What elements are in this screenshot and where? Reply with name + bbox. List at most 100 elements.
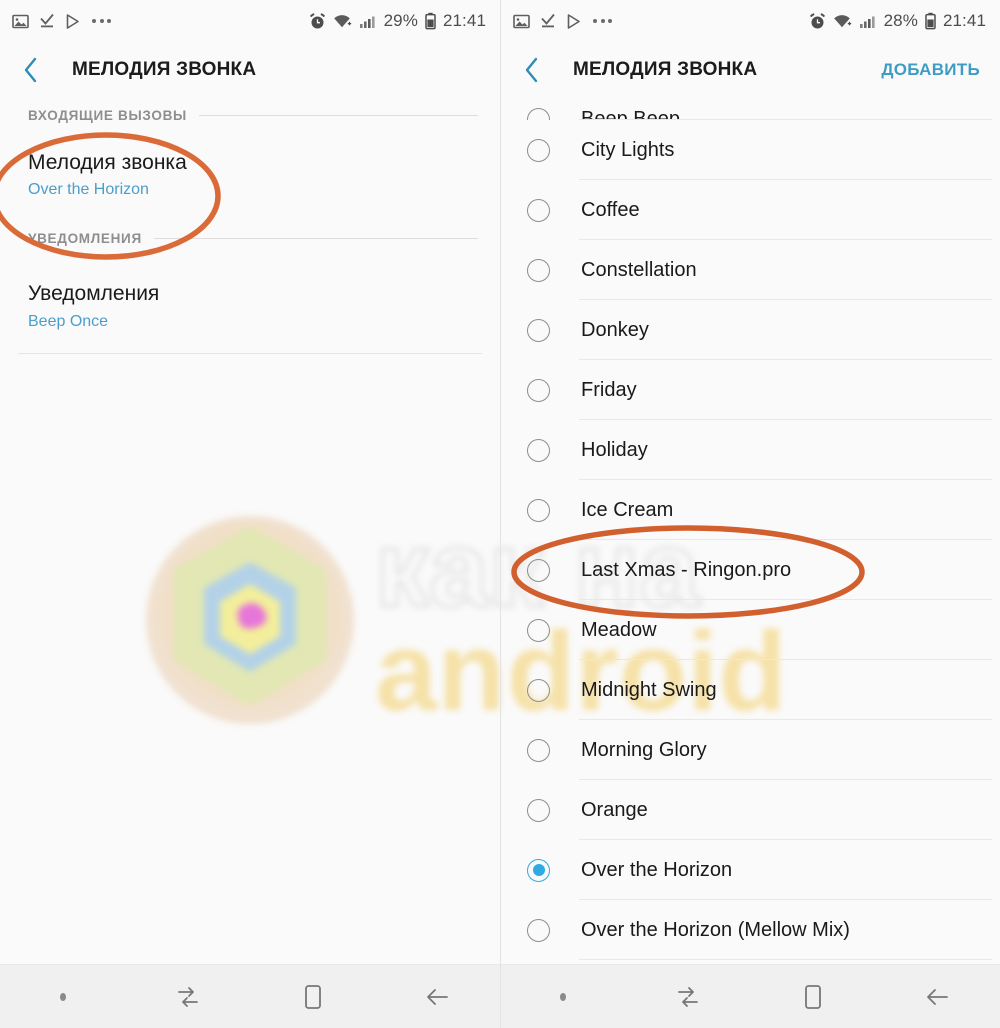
radio-button[interactable] [527, 108, 550, 120]
ringtone-label: Constellation [581, 258, 697, 281]
dual-screenshot: 29% 21:41 МЕЛОДИЯ ЗВОНКА как ВХОДЯЩИЕ ВЫ… [0, 0, 1000, 1028]
list-item[interactable]: Meadow [501, 600, 1000, 660]
play-store-icon [567, 13, 580, 29]
dot-icon [560, 992, 567, 1001]
list-item[interactable]: Morning Glory [501, 720, 1000, 780]
setting-subtitle: Beep Once [28, 312, 109, 330]
setting-notification[interactable]: Уведомления Beep Once [0, 255, 500, 352]
list-item[interactable]: Last Xmas - Ringon.pro [501, 540, 1000, 600]
list-item[interactable]: Beep Beep [501, 98, 1000, 120]
ringtone-label: Holiday [581, 438, 648, 461]
status-notification-icons [513, 13, 612, 30]
left-nav-bar [0, 964, 500, 1028]
radio-button[interactable] [527, 438, 550, 462]
recents-icon [304, 984, 321, 1009]
signal-bars-icon [359, 16, 375, 28]
alarm-icon [309, 12, 325, 28]
status-notification-icons [12, 13, 111, 30]
battery-icon [925, 12, 936, 30]
list-item-selected[interactable]: Over the Horizon [501, 840, 1000, 900]
list-item[interactable]: Midnight Swing [501, 660, 1000, 720]
list-item[interactable]: City Lights [501, 120, 1000, 180]
more-dots-icon [593, 19, 612, 23]
status-system-icons: 28% 21:41 [809, 11, 986, 31]
right-status-bar: 28% 21:41 [501, 0, 1000, 42]
alarm-icon [809, 12, 825, 28]
list-item[interactable]: Orange [501, 780, 1000, 840]
radio-button[interactable] [527, 258, 550, 282]
play-store-icon [66, 13, 79, 29]
nav-swap-button[interactable] [125, 965, 250, 1028]
dot-icon [59, 992, 66, 1001]
nav-dot-button[interactable] [0, 965, 125, 1028]
back-button[interactable] [523, 52, 553, 88]
ringtone-label: Meadow [581, 618, 657, 641]
right-content: как на android Beep Beep City Lights Cof… [501, 98, 1000, 964]
recents-icon [804, 984, 821, 1009]
back-button[interactable] [22, 52, 52, 88]
list-item[interactable]: Coffee [501, 180, 1000, 240]
radio-button[interactable] [527, 738, 550, 762]
status-clock: 21:41 [442, 11, 486, 30]
setting-ringtone[interactable]: Мелодия звонка Over the Horizon [0, 132, 500, 221]
radio-button[interactable] [527, 498, 550, 522]
list-item[interactable]: Over the Horizon (Mellow Mix) [501, 900, 1000, 960]
status-system-icons: 29% 21:41 [309, 11, 486, 31]
list-divider [18, 352, 482, 354]
radio-button-selected[interactable] [527, 858, 550, 882]
radio-button[interactable] [527, 618, 550, 642]
left-app-bar: МЕЛОДИЯ ЗВОНКА [0, 42, 500, 98]
left-status-bar: 29% 21:41 [0, 0, 500, 42]
setting-title: Уведомления [28, 282, 160, 306]
radio-button[interactable] [527, 558, 550, 582]
battery-icon [425, 12, 436, 30]
ringtone-label: Last Xmas - Ringon.pro [581, 558, 792, 581]
chevron-left-icon [525, 57, 538, 83]
nav-recents-button[interactable] [250, 965, 375, 1028]
left-phone-screen: 29% 21:41 МЕЛОДИЯ ЗВОНКА как ВХОДЯЩИЕ ВЫ… [0, 0, 500, 1028]
section-label: УВЕДОМЛЕНИЯ [28, 230, 142, 246]
section-header-notifications: УВЕДОМЛЕНИЯ [0, 221, 500, 255]
nav-dot-button[interactable] [501, 965, 626, 1028]
svg-text:как на: как на [375, 508, 500, 629]
chevron-left-icon [24, 57, 37, 83]
radio-button[interactable] [527, 798, 550, 822]
radio-button[interactable] [527, 138, 550, 162]
back-arrow-icon [426, 988, 448, 1005]
left-content: как на android ВХОДЯЩИЕ ВЫЗОВЫ Мелодия з… [0, 98, 500, 964]
list-item[interactable]: Holiday [501, 420, 1000, 480]
wifi-icon [333, 14, 351, 27]
list-item[interactable]: Ice Cream [501, 480, 1000, 540]
radio-button[interactable] [527, 198, 550, 222]
ringtone-label: Friday [581, 378, 637, 401]
svg-text:android: android [375, 609, 500, 734]
right-phone-screen: 28% 21:41 МЕЛОДИЯ ЗВОНКА ДОБАВИТЬ как на… [500, 0, 1000, 1028]
wifi-icon [833, 14, 851, 27]
nav-recents-button[interactable] [751, 965, 876, 1028]
right-app-bar: МЕЛОДИЯ ЗВОНКА ДОБАВИТЬ [501, 42, 1000, 98]
radio-button[interactable] [527, 918, 550, 942]
radio-button[interactable] [527, 318, 550, 342]
signal-bars-icon [859, 16, 875, 28]
nav-swap-button[interactable] [626, 965, 751, 1028]
row-divider [579, 959, 992, 960]
section-rule [153, 237, 478, 239]
add-button[interactable]: ДОБАВИТЬ [879, 56, 982, 84]
list-item[interactable]: Donkey [501, 300, 1000, 360]
list-item[interactable]: Constellation [501, 240, 1000, 300]
section-rule [198, 114, 478, 116]
radio-button[interactable] [527, 678, 550, 702]
nav-back-button[interactable] [375, 965, 500, 1028]
image-icon [513, 14, 530, 28]
ringtone-label: Morning Glory [581, 738, 707, 761]
list-item[interactable]: Friday [501, 360, 1000, 420]
battery-percent: 29% [383, 11, 418, 30]
right-nav-bar [501, 964, 1000, 1028]
page-title: МЕЛОДИЯ ЗВОНКА [72, 59, 257, 80]
setting-title: Мелодия звонка [28, 151, 187, 174]
ringtone-label: Orange [581, 798, 648, 821]
section-label: ВХОДЯЩИЕ ВЫЗОВЫ [28, 107, 187, 123]
more-dots-icon [92, 19, 111, 23]
nav-back-button[interactable] [875, 965, 1000, 1028]
radio-button[interactable] [527, 378, 550, 402]
